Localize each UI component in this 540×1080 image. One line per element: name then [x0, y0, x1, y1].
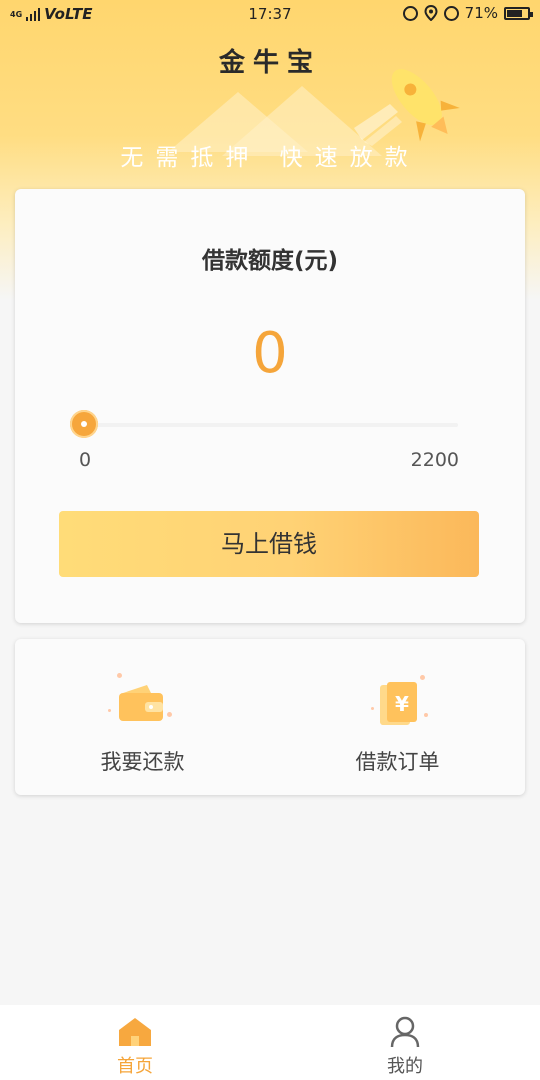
- svg-text:¥: ¥: [395, 692, 409, 716]
- decorative-dot: [117, 673, 122, 678]
- loan-orders-action[interactable]: ¥ 借款订单: [270, 639, 525, 795]
- tab-home[interactable]: 首页: [0, 1005, 270, 1080]
- home-icon: [119, 1018, 151, 1046]
- decorative-dot: [420, 675, 425, 680]
- alarm-icon: [443, 5, 459, 21]
- decorative-dot: [167, 712, 172, 717]
- tab-mine-label: 我的: [387, 1056, 423, 1077]
- slogan: 无需抵押 快速放款: [120, 145, 420, 171]
- battery-percent: 71%: [464, 4, 498, 22]
- decorative-dot: [108, 709, 111, 712]
- amount-slider-track[interactable]: [85, 423, 458, 427]
- repay-action[interactable]: 我要还款: [15, 639, 270, 795]
- tab-mine[interactable]: 我的: [270, 1005, 540, 1080]
- battery-icon: [504, 6, 533, 20]
- loan-card: 借款额度(元) 0 0 2200 马上借钱: [15, 189, 525, 623]
- loan-limit-title: 借款额度(元): [201, 248, 339, 274]
- rocket-icon: [354, 69, 460, 146]
- tab-home-label: 首页: [117, 1056, 153, 1077]
- yuan-document-icon: ¥: [380, 682, 417, 725]
- decorative-dot: [371, 707, 374, 710]
- borrow-now-button[interactable]: 马上借钱: [59, 511, 479, 577]
- user-icon: [390, 1016, 420, 1048]
- slider-min-label: 0: [79, 449, 92, 471]
- actions-card: 我要还款 ¥ 借款订单: [15, 639, 525, 795]
- status-bar: 4G VoLTE 17:37 71%: [0, 0, 540, 28]
- wallet-icon: [119, 685, 163, 721]
- decorative-dot: [424, 713, 428, 717]
- repay-label: 我要还款: [100, 750, 185, 774]
- rotation-lock-icon: [402, 5, 418, 21]
- loan-orders-label: 借款订单: [355, 750, 440, 774]
- slider-max-label: 2200: [410, 449, 459, 471]
- location-icon: [424, 5, 438, 21]
- bottom-tab-bar: 首页 我的: [0, 1005, 540, 1080]
- amount-slider-handle[interactable]: [70, 410, 98, 438]
- status-icons: 71%: [402, 4, 533, 22]
- loan-amount: 0: [252, 321, 288, 386]
